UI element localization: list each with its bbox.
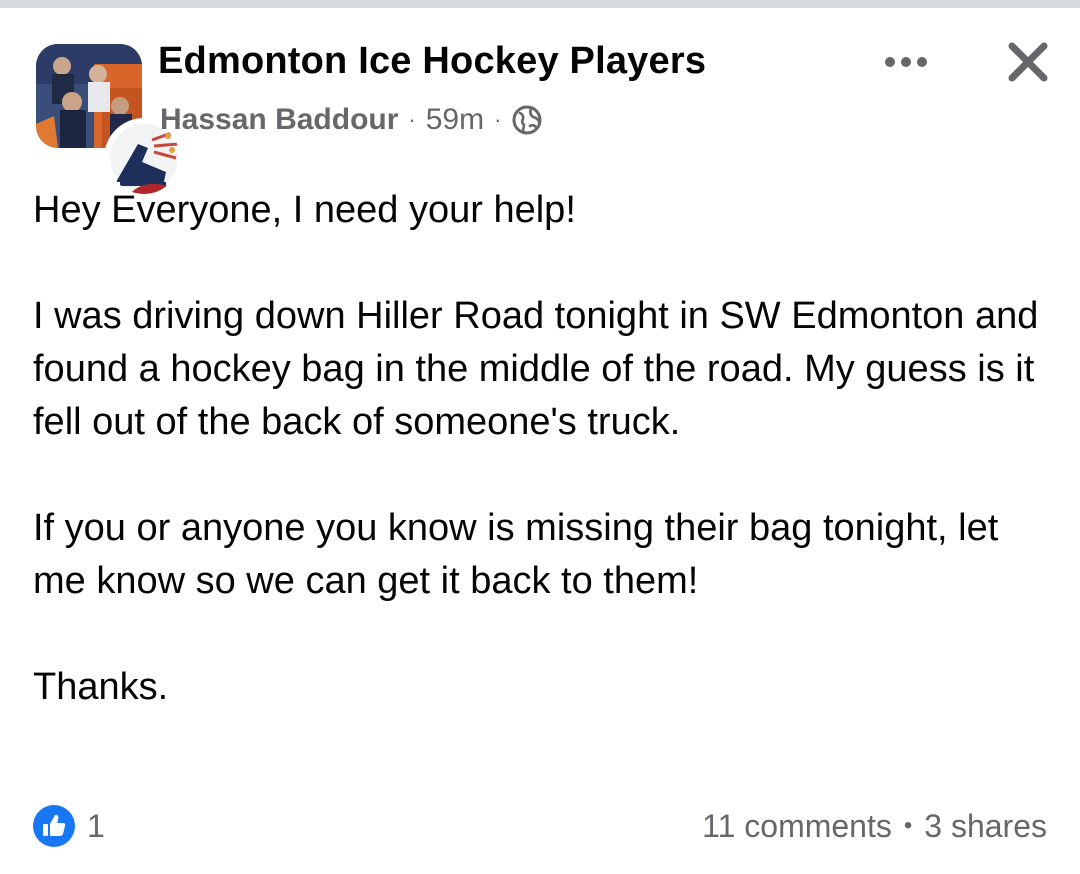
globe-icon[interactable] bbox=[511, 104, 543, 136]
post-text: Hey Everyone, I need your help! I was dr… bbox=[33, 184, 1053, 714]
reactions-summary[interactable]: 1 bbox=[33, 805, 105, 847]
post-paragraph: If you or anyone you know is missing the… bbox=[33, 507, 999, 602]
avatar-stack[interactable] bbox=[36, 44, 180, 194]
post-timestamp[interactable]: 59m bbox=[426, 103, 484, 137]
more-options-button[interactable] bbox=[880, 44, 932, 80]
post-paragraph: I was driving down Hiller Road tonight i… bbox=[33, 295, 1039, 443]
comments-count[interactable]: 11 comments bbox=[702, 808, 892, 845]
like-icon bbox=[33, 805, 75, 847]
close-button[interactable] bbox=[1000, 34, 1056, 90]
post-meta: Hassan Baddour · 59m · bbox=[160, 100, 543, 140]
more-options-icon bbox=[885, 57, 927, 67]
post-card: Edmonton Ice Hockey Players Hassan Baddo… bbox=[0, 0, 1080, 874]
post-paragraph: Thanks. bbox=[33, 666, 169, 708]
reaction-count: 1 bbox=[87, 807, 105, 844]
author-name[interactable]: Hassan Baddour bbox=[160, 103, 398, 137]
stats-separator: • bbox=[903, 812, 913, 839]
engagement-stats: 11 comments • 3 shares bbox=[702, 808, 1047, 845]
shares-count[interactable]: 3 shares bbox=[924, 808, 1047, 845]
meta-separator: · bbox=[408, 107, 416, 132]
meta-separator: · bbox=[494, 107, 502, 132]
post-footer: 1 11 comments • 3 shares bbox=[33, 800, 1047, 852]
group-name[interactable]: Edmonton Ice Hockey Players bbox=[158, 40, 706, 83]
close-icon bbox=[1008, 42, 1048, 82]
post-paragraph: Hey Everyone, I need your help! bbox=[33, 189, 576, 231]
top-divider bbox=[0, 0, 1080, 8]
